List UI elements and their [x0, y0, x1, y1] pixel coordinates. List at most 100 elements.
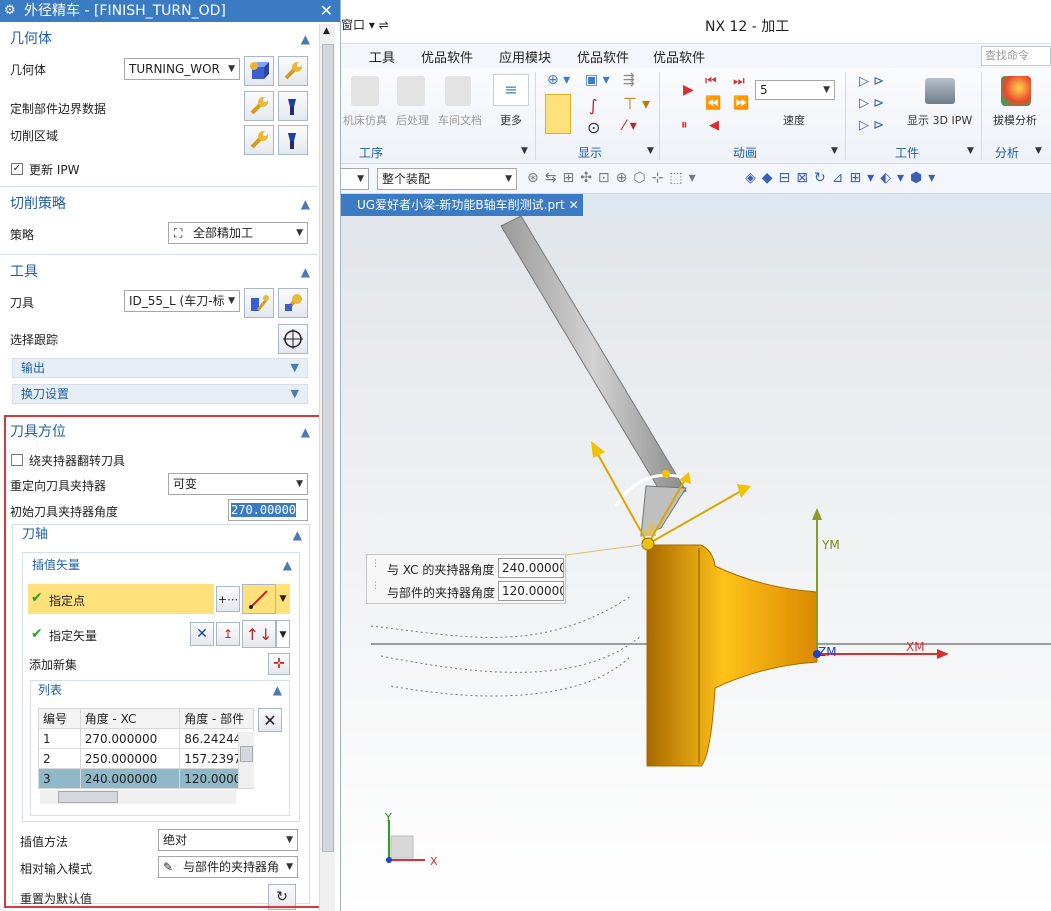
display-icon-2[interactable]: ▣ ▾ — [585, 72, 610, 88]
post-process-label[interactable]: 后处理 — [396, 112, 429, 128]
post-process-icon[interactable] — [397, 76, 425, 106]
selection-tool-icons[interactable]: ⊛⇆⊞✣⊡⊕⬡⊹⬚▾ — [527, 170, 702, 186]
collapse-icon[interactable]: ▲ — [301, 191, 310, 217]
flashlight-icon — [288, 133, 296, 149]
point-display-icon[interactable]: ⊙ — [587, 118, 600, 137]
machine-sim-label[interactable]: 机床仿真 — [343, 112, 387, 128]
chevron-down-icon[interactable]: ▼ — [967, 146, 974, 156]
section-geometry-header[interactable]: 几何体 ▲ — [0, 26, 318, 52]
more-label[interactable]: 更多 — [500, 112, 522, 128]
tool-value: ID_55_L (车刀-标 — [129, 294, 225, 308]
drag-handle-icon[interactable]: ⋮ — [371, 581, 380, 591]
boundary-flashlight-button[interactable] — [278, 91, 308, 121]
arrow-head-icon — [737, 484, 751, 498]
workpiece-icon-2[interactable]: ▷ ⊳ — [859, 96, 884, 111]
draft-analysis-icon[interactable] — [1001, 76, 1031, 106]
cut-region-wrench-button[interactable] — [244, 125, 274, 155]
close-tab-icon[interactable]: ✕ — [569, 194, 579, 216]
section-tool-header[interactable]: 工具 ▲ — [0, 259, 318, 285]
geometry-label: 几何体 — [10, 63, 47, 77]
assembly-filter-dropdown[interactable]: 整个装配 ▼ — [377, 168, 517, 190]
window-menu-label: 窗口 — [341, 18, 366, 32]
tool-display-icon[interactable]: ⊤ ▾ — [623, 94, 650, 113]
edit-tool-button[interactable] — [244, 288, 274, 318]
view-tool-icons[interactable]: ◈◆⊟⊠↻⊿⊞▾⬖▾⬢▾ — [745, 170, 941, 186]
back-icon[interactable]: ◀ — [709, 118, 719, 133]
next-icon[interactable]: ⏩ — [733, 96, 749, 111]
menu-tools[interactable]: 工具 — [369, 47, 395, 66]
output-subsection[interactable]: 输出 ▼ — [12, 358, 308, 378]
collapse-icon[interactable]: ▲ — [301, 259, 310, 285]
window-menu[interactable]: 窗口 ▾ ⇌ — [341, 16, 389, 33]
triad-x-label: X — [430, 855, 438, 868]
expand-icon: ▼ — [290, 387, 299, 400]
chevron-down-icon[interactable]: ▼ — [1035, 146, 1042, 156]
prev-icon[interactable]: ⏪ — [705, 96, 721, 111]
scroll-up-icon[interactable]: ▲ — [323, 26, 330, 36]
shop-doc-icon[interactable] — [445, 76, 471, 106]
handle-point[interactable] — [662, 470, 670, 478]
collapse-icon[interactable]: ▲ — [301, 26, 310, 52]
document-tab-label: UG爱好者小梁-新功能B轴车削测试.prt — [357, 198, 565, 212]
chevron-down-icon: ▼ — [823, 85, 830, 95]
update-ipw-checkbox[interactable]: ✓ — [11, 163, 23, 175]
document-tab[interactable]: UG爱好者小梁-新功能B轴车削测试.prt ✕ — [341, 194, 583, 216]
tool-change-subsection[interactable]: 换刀设置 ▼ — [12, 384, 308, 404]
chevron-down-icon[interactable]: ▼ — [521, 146, 528, 156]
tool-path — [370, 595, 642, 697]
display-icon-3[interactable]: ⇶ — [623, 72, 635, 88]
dialog-scroll-thumb[interactable] — [322, 44, 334, 852]
shop-doc-label[interactable]: 车间文档 — [438, 112, 482, 128]
command-search-input[interactable]: 查找命令 — [981, 46, 1051, 66]
draft-analysis-label[interactable]: 拔模分析 — [993, 112, 1037, 128]
workpiece-icon-1[interactable]: ▷ ⊳ — [859, 74, 884, 89]
selection-toolbar: ▼ 整个装配 ▼ ⊛⇆⊞✣⊡⊕⬡⊹⬚▾ ◈◆⊟⊠↻⊿⊞▾⬖▾⬢▾ — [341, 164, 1051, 194]
geometry-dropdown[interactable]: TURNING_WOR ▼ — [124, 58, 240, 80]
part-angle-input[interactable]: 120.00000 — [498, 581, 564, 601]
menu-youpin-3[interactable]: 优品软件 — [653, 47, 705, 66]
menu-app-modules[interactable]: 应用模块 — [499, 47, 551, 66]
step-back-icon[interactable]: ⏮ — [705, 74, 717, 89]
chevron-down-icon[interactable]: ▼ — [831, 146, 838, 156]
close-icon[interactable]: ✕ — [320, 0, 333, 22]
display-icon-1[interactable]: ⊕ ▾ — [547, 72, 570, 88]
3d-ipw-icon[interactable] — [925, 78, 955, 104]
tool-change-label: 换刀设置 — [21, 387, 70, 401]
chevron-down-icon[interactable]: ▼ — [647, 146, 654, 156]
chevron-down-icon: ▼ — [505, 174, 512, 184]
workpiece-icon-3[interactable]: ▷ ⊳ — [859, 118, 884, 133]
machine-sim-icon[interactable] — [351, 76, 379, 106]
tool-wrench-button[interactable] — [278, 288, 308, 318]
xc-angle-input[interactable]: 240.00000 — [498, 558, 564, 578]
cut-region-flashlight-button[interactable] — [278, 125, 308, 155]
tool-dropdown[interactable]: ID_55_L (车刀-标 ▼ — [124, 290, 240, 312]
menu-youpin-1[interactable]: 优品软件 — [421, 47, 473, 66]
triad-plane — [390, 835, 414, 859]
select-tracking-button[interactable] — [278, 324, 308, 354]
chevron-down-icon: ▼ — [228, 296, 235, 306]
speed-value: 5 — [760, 83, 768, 97]
section-strategy-header[interactable]: 切削策略 ▲ — [0, 191, 318, 217]
group-analysis-label: 分析 — [995, 146, 1020, 160]
geometry-value: TURNING_WOR — [129, 62, 220, 76]
display-toggle-active[interactable] — [545, 94, 571, 134]
step-forward-icon[interactable]: ⏭ — [733, 74, 745, 89]
pause-icon[interactable]: ⏸ — [681, 118, 688, 133]
drag-handle-icon[interactable]: ⋮ — [371, 559, 380, 569]
filter-dropdown[interactable]: ▼ — [341, 168, 369, 190]
triad-origin — [386, 857, 392, 863]
wrench-button[interactable] — [278, 56, 308, 86]
more-icon[interactable]: ≡ — [493, 74, 529, 106]
path-icon[interactable]: ∫ — [589, 96, 597, 115]
strategy-dropdown[interactable]: ⛶ 全部精加工 ▼ — [168, 222, 308, 244]
line-display-icon[interactable]: ⁄ ▾ — [623, 118, 637, 134]
speed-dropdown[interactable]: 5 ▼ — [755, 80, 835, 100]
dialog-scrollbar[interactable]: ▲ — [319, 24, 335, 911]
show-3d-ipw-label[interactable]: 显示 3D IPW — [907, 112, 972, 128]
chevron-down-icon: ▼ — [357, 174, 364, 184]
play-icon[interactable]: ▶ — [683, 82, 694, 98]
menu-youpin-2[interactable]: 优品软件 — [577, 47, 629, 66]
edit-geometry-button[interactable] — [244, 56, 274, 86]
gear-icon: ⚙ — [4, 3, 16, 18]
boundary-wrench-button[interactable] — [244, 91, 274, 121]
